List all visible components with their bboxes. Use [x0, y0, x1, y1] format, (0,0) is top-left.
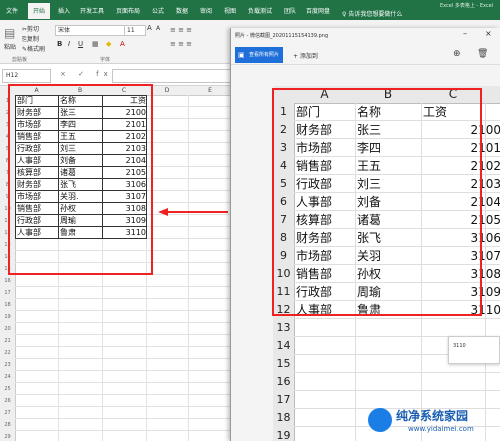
image-row-header: 18 — [273, 409, 295, 428]
font-name-select[interactable]: 宋体 — [55, 25, 125, 36]
bold-button[interactable]: B — [57, 40, 62, 48]
tab-baidu-netdisk[interactable]: 百度网盘 — [306, 6, 330, 15]
image-row-header: 13 — [273, 319, 295, 338]
viewer-title: 照片 - 微信截图_20201115154139.png — [235, 33, 329, 39]
watermark: 纯净系统家园 www.yidaimei.com — [368, 404, 500, 441]
gridline-horizontal — [15, 406, 232, 407]
tab-page-layout[interactable]: 页面布局 — [116, 6, 140, 15]
add-to-button[interactable]: + 添加到 — [293, 51, 318, 60]
gridline-horizontal — [294, 390, 500, 391]
tab-team[interactable]: 团队 — [284, 6, 296, 15]
tab-formulas[interactable]: 公式 — [152, 6, 164, 15]
gridline-vertical — [188, 95, 189, 441]
tab-insert[interactable]: 插入 — [58, 6, 70, 15]
font-color-icon[interactable]: A — [120, 40, 125, 48]
align-left-icon[interactable]: ≡ ≡ ≡ — [170, 40, 192, 48]
formula-icons[interactable]: × ✓ fx — [60, 70, 113, 78]
tab-developer[interactable]: 开发工具 — [80, 6, 104, 15]
viewer-titlebar: 照片 - 微信截图_20201115154139.png – × — [231, 28, 500, 42]
cut-button[interactable]: ✂剪切 — [22, 24, 39, 33]
formula-input[interactable] — [112, 69, 234, 83]
gridline-horizontal — [15, 298, 232, 299]
red-arrow — [158, 208, 228, 216]
column-header-e[interactable]: E — [188, 86, 232, 96]
fill-color-icon[interactable]: ◆ — [106, 40, 111, 48]
image-row-header: 17 — [273, 391, 295, 410]
tab-home[interactable]: 开始 — [28, 3, 51, 19]
underline-button[interactable]: U — [78, 40, 83, 48]
increase-font-button[interactable]: A — [147, 24, 152, 32]
paste-button[interactable]: 粘贴 — [4, 42, 16, 51]
gridline-horizontal — [15, 334, 232, 335]
see-all-photos-button[interactable]: ▣ 查看所有照片 — [235, 47, 284, 63]
gridline-horizontal — [294, 372, 500, 373]
image-column-d — [485, 86, 500, 104]
image-row-header: 15 — [273, 355, 295, 374]
align-top-icon[interactable]: ≡ ≡ ≡ — [170, 26, 192, 34]
tab-review[interactable]: 审阅 — [200, 6, 212, 15]
paste-icon[interactable]: ▤ — [4, 26, 15, 40]
watermark-url: www.yidaimei.com — [408, 425, 474, 433]
minimize-icon[interactable]: – — [463, 29, 467, 38]
italic-button[interactable]: I — [68, 40, 70, 48]
font-size-select[interactable]: 11 — [124, 25, 146, 36]
ribbon-tab-bar: Excel 多表格上 - Excel 文件 开始 插入 开发工具 页面布局 公式… — [0, 0, 500, 20]
image-row-header: 19 — [273, 427, 295, 441]
image-row-header: 14 — [273, 337, 295, 356]
decrease-font-button[interactable]: A — [156, 25, 160, 32]
font-group-label: 字体 — [100, 57, 111, 63]
clipboard-group-label: 剪贴板 — [12, 57, 28, 63]
image-row-header: 16 — [273, 373, 295, 392]
tab-data[interactable]: 数据 — [176, 6, 188, 15]
tell-me-search[interactable]: ♀ 告诉我您想要做什么 — [342, 9, 402, 18]
gridline-horizontal — [15, 418, 232, 419]
gridline-horizontal — [15, 358, 232, 359]
gridline-horizontal — [15, 382, 232, 383]
gridline-horizontal — [15, 286, 232, 287]
cell-value-tooltip: 3110 — [448, 336, 500, 364]
gallery-icon: ▣ — [238, 51, 245, 59]
highlight-box-left — [8, 84, 153, 275]
gridline-horizontal — [15, 430, 232, 431]
copy-button[interactable]: ⎘复制 — [22, 34, 39, 44]
zoom-in-icon[interactable]: ⊕ — [453, 49, 461, 59]
row-header[interactable]: 29 — [0, 431, 16, 441]
viewer-toolbar: ▣ 查看所有照片 + 添加到 ⊕ 🗑 — [231, 42, 500, 65]
tab-file[interactable]: 文件 — [6, 6, 18, 15]
close-icon[interactable]: × — [485, 29, 492, 38]
window-title: Excel 多表格上 - Excel — [440, 3, 494, 9]
name-box[interactable]: H12 — [2, 69, 51, 83]
highlight-box-right — [272, 88, 482, 316]
gridline-horizontal — [15, 310, 232, 311]
gridline-horizontal — [15, 346, 232, 347]
borders-icon[interactable]: ▦ — [92, 40, 99, 48]
delete-icon[interactable]: 🗑 — [477, 49, 488, 59]
gridline-horizontal — [15, 394, 232, 395]
format-painter-button[interactable]: ✎格式刷 — [22, 44, 45, 53]
watermark-logo-icon — [368, 408, 392, 432]
gridline-horizontal — [15, 322, 232, 323]
gridline-horizontal — [15, 370, 232, 371]
watermark-title: 纯净系统家园 — [396, 409, 469, 423]
tab-view[interactable]: 视图 — [224, 6, 236, 15]
tab-load-test[interactable]: 负载测试 — [248, 6, 272, 15]
